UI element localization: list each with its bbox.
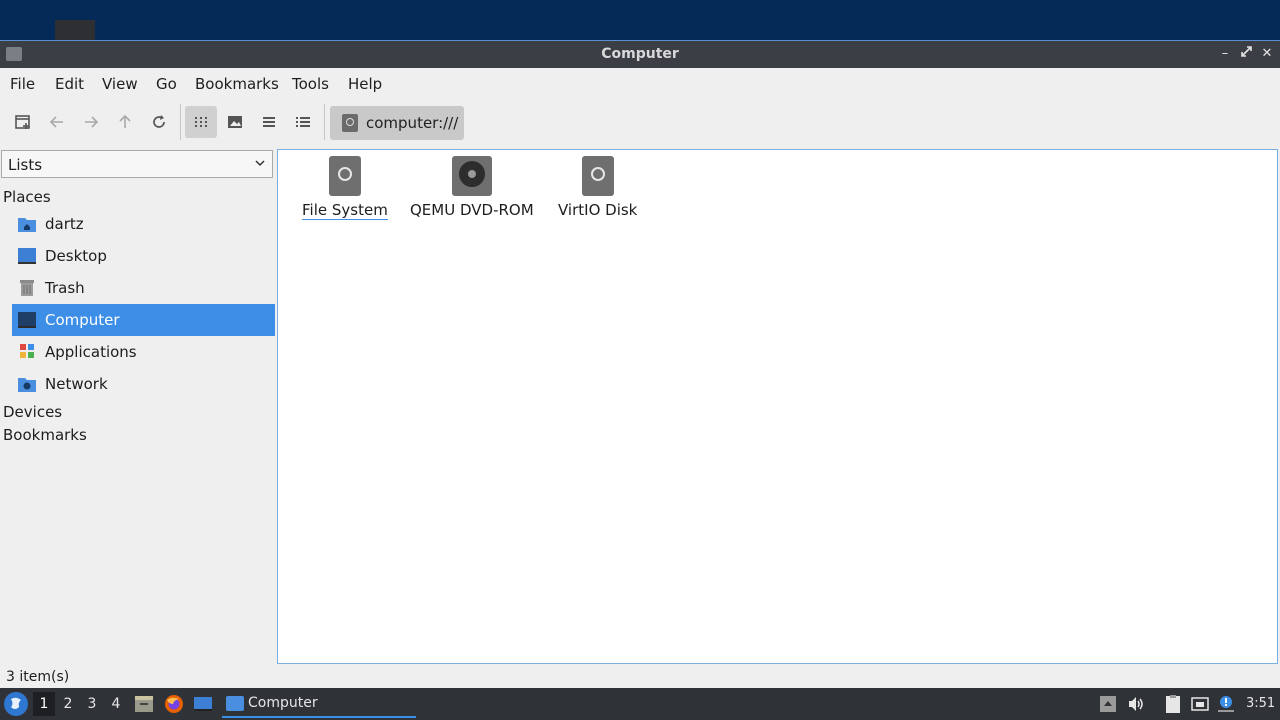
workspace-2[interactable]: 2 — [57, 692, 79, 716]
desktop-background — [0, 0, 1280, 40]
show-desktop-icon[interactable] — [193, 694, 213, 714]
toolbar-separator — [324, 104, 325, 140]
desktop-thumbnail — [55, 20, 95, 40]
sidebar-item-applications[interactable]: Applications — [12, 336, 275, 368]
menu-file[interactable]: File — [10, 75, 35, 93]
folder-icon — [226, 696, 244, 711]
volume-icon[interactable] — [1126, 694, 1146, 714]
file-manager-launcher-icon[interactable] — [134, 694, 154, 714]
computer-icon — [18, 312, 36, 328]
drive-icon — [342, 114, 358, 132]
taskbar-task-computer[interactable]: Computer — [222, 692, 416, 718]
item-label: QEMU DVD-ROM — [410, 201, 534, 219]
update-notifier-icon[interactable] — [1216, 694, 1236, 714]
file-system-item[interactable]: File System — [302, 156, 388, 220]
devices-header[interactable]: Devices — [3, 403, 62, 421]
compact-view-icon[interactable] — [253, 106, 285, 138]
menu-tools[interactable]: Tools — [292, 75, 329, 93]
sidebar-item-desktop[interactable]: Desktop — [12, 240, 275, 272]
up-arrow-icon[interactable] — [109, 106, 141, 138]
minimize-button[interactable]: – — [1216, 45, 1234, 63]
start-menu-icon[interactable] — [4, 692, 28, 716]
toolbar: computer:/// — [0, 100, 1280, 144]
icon-view-icon[interactable] — [185, 106, 217, 138]
bookmarks-header[interactable]: Bookmarks — [3, 426, 87, 444]
sidebar-item-label: Trash — [45, 279, 85, 297]
toolbar-separator — [180, 104, 181, 140]
clipboard-icon[interactable] — [1163, 694, 1183, 714]
reload-icon[interactable] — [143, 106, 175, 138]
virtio-disk-item[interactable]: VirtIO Disk — [558, 156, 637, 219]
tray-expand-icon[interactable] — [1098, 694, 1118, 714]
file-view[interactable]: File System QEMU DVD-ROM VirtIO Disk — [277, 149, 1278, 664]
menu-bar: File Edit View Go Bookmarks Tools Help — [0, 68, 1280, 98]
drive-icon — [581, 156, 614, 196]
sidebar-item-network[interactable]: Network — [12, 368, 275, 400]
new-tab-icon[interactable] — [7, 106, 39, 138]
taskbar: 1 2 3 4 Computer 3:51 — [0, 688, 1280, 720]
menu-edit[interactable]: Edit — [55, 75, 84, 93]
sidebar-item-label: Applications — [45, 343, 137, 361]
sidebar-item-label: Network — [45, 375, 108, 393]
item-label: File System — [302, 201, 388, 220]
desktop-icon — [18, 248, 36, 264]
trash-icon — [18, 280, 36, 296]
location-button[interactable]: computer:/// — [330, 106, 464, 140]
drive-icon — [328, 156, 361, 196]
item-label: VirtIO Disk — [558, 201, 638, 219]
sidebar-item-label: dartz — [45, 215, 84, 233]
network-icon[interactable] — [1190, 694, 1210, 714]
menu-bookmarks[interactable]: Bookmarks — [195, 75, 279, 93]
sidebar-item-computer[interactable]: Computer — [12, 304, 275, 336]
title-bar[interactable]: Computer – ✕ — [0, 40, 1280, 68]
firefox-icon[interactable] — [164, 694, 184, 714]
sidebar-item-label: Computer — [45, 311, 120, 329]
home-folder-icon — [18, 216, 36, 232]
chevron-down-icon — [255, 160, 265, 167]
sidebar-item-label: Desktop — [45, 247, 107, 265]
task-label: Computer — [248, 695, 318, 711]
location-path: computer:/// — [366, 114, 459, 132]
workspace-3[interactable]: 3 — [81, 692, 103, 716]
clock[interactable]: 3:51 — [1246, 696, 1275, 711]
forward-arrow-icon[interactable] — [75, 106, 107, 138]
detailed-list-icon[interactable] — [287, 106, 319, 138]
network-folder-icon — [18, 376, 36, 392]
window-title: Computer — [601, 46, 679, 62]
optical-drive-icon — [451, 156, 492, 196]
close-button[interactable]: ✕ — [1258, 45, 1276, 63]
file-manager-window: Computer – ✕ File Edit View Go Bookmarks… — [0, 40, 1280, 688]
sidebar-item-trash[interactable]: Trash — [12, 272, 275, 304]
qemu-dvd-rom-item[interactable]: QEMU DVD-ROM — [410, 156, 534, 219]
workspace-4[interactable]: 4 — [105, 692, 127, 716]
menu-go[interactable]: Go — [156, 75, 177, 93]
back-arrow-icon[interactable] — [41, 106, 73, 138]
thumbnail-view-icon[interactable] — [219, 106, 251, 138]
places-header: Places — [3, 188, 51, 206]
sidebar-item-dartz[interactable]: dartz — [12, 208, 275, 240]
applications-icon — [18, 344, 36, 360]
side-pane-selector[interactable]: Lists — [1, 150, 273, 178]
menu-view[interactable]: View — [102, 75, 138, 93]
side-pane-selected: Lists — [8, 156, 43, 174]
sidebar: Lists Places dartz Desktop Trash Compute… — [0, 148, 276, 664]
workspace-1[interactable]: 1 — [33, 692, 55, 716]
menu-help[interactable]: Help — [348, 75, 382, 93]
maximize-button[interactable] — [1237, 45, 1255, 63]
status-bar: 3 item(s) — [6, 669, 70, 685]
